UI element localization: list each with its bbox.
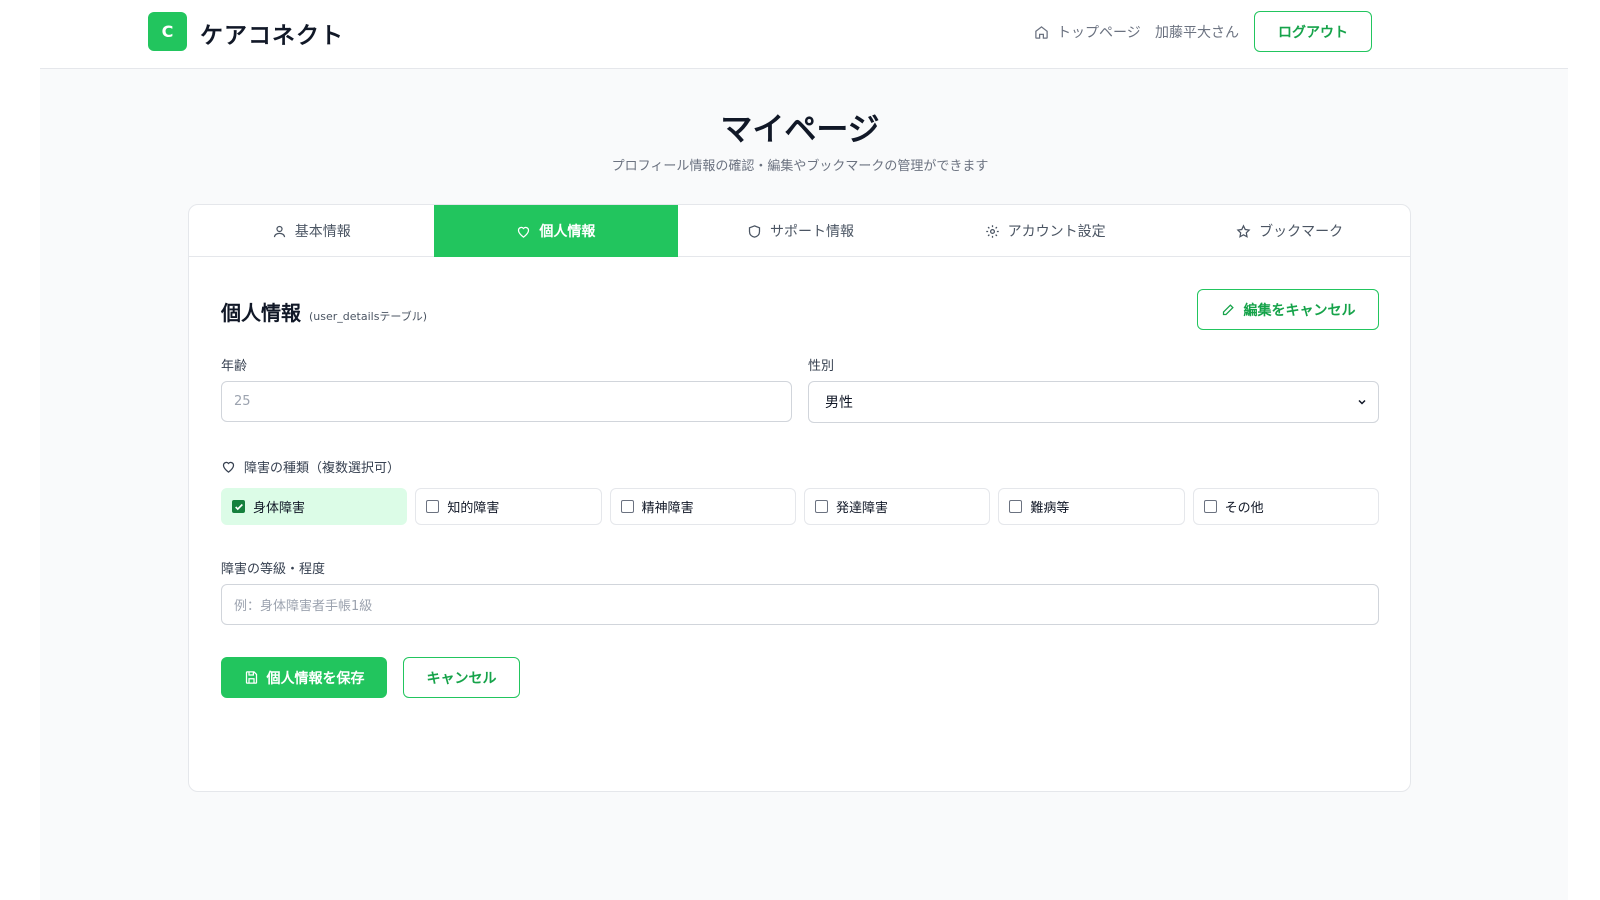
section-title: 個人情報	[221, 301, 301, 325]
checkbox-other[interactable]: その他	[1192, 488, 1379, 525]
gender-label: 性別	[808, 359, 835, 374]
checkbox-label: 難病等	[1030, 501, 1070, 516]
pencil-icon	[1222, 304, 1234, 316]
gender-value: 男性	[825, 395, 853, 411]
checkbox-checked[interactable]	[232, 500, 245, 513]
save-icon	[245, 671, 257, 684]
heart-icon	[222, 461, 235, 473]
disability-options: 身体障害 知的障害 精神障害 発達障害 難病等 その他	[221, 488, 1379, 525]
tab-label: ブックマーク	[1259, 224, 1344, 240]
tab-label: サポート情報	[769, 224, 854, 240]
tab-bookmarks[interactable]: ブックマーク	[1167, 205, 1410, 257]
heart-icon	[518, 226, 530, 238]
save-button[interactable]: 個人情報を保存	[221, 657, 387, 698]
user-icon	[273, 225, 285, 237]
checkbox-label: 知的障害	[447, 501, 500, 516]
checkbox-box[interactable]	[1203, 500, 1217, 513]
gender-select[interactable]: 男性	[808, 381, 1379, 423]
checkbox-box[interactable]	[1009, 500, 1023, 513]
disability-heading: 障害の種類（複数選択可）	[221, 457, 400, 476]
section-subtitle: (user_detailsテーブル)	[309, 310, 428, 323]
checkbox-intractable-disease[interactable]: 難病等	[998, 488, 1185, 525]
shield-icon	[748, 224, 761, 238]
brand-name[interactable]: ケアコネクト	[200, 16, 344, 50]
page-title: マイページ	[720, 110, 880, 148]
logo-icon[interactable]: C	[148, 12, 187, 51]
tab-support-info[interactable]: サポート情報	[678, 205, 923, 257]
profile-card: 基本情報 個人情報 サポート情報 アカウント設定 ブックマーク 個人情報 (us…	[188, 204, 1411, 792]
checkbox-box[interactable]	[426, 500, 440, 513]
tab-basic-info[interactable]: 基本情報	[189, 205, 434, 257]
page-subtitle: プロフィール情報の確認・編集やブックマークの管理ができます	[611, 159, 989, 174]
age-input[interactable]: 25	[221, 381, 792, 422]
checkbox-label: その他	[1224, 501, 1264, 516]
checkbox-box[interactable]	[814, 500, 828, 513]
star-icon	[1236, 223, 1251, 238]
gear-icon	[985, 224, 999, 238]
home-link[interactable]: トップページ	[1034, 22, 1141, 42]
save-label: 個人情報を保存	[266, 670, 365, 687]
section-heading: 個人情報 (user_detailsテーブル)	[221, 297, 427, 326]
checkbox-developmental[interactable]: 発達障害	[803, 488, 991, 525]
age-label: 年齢	[221, 359, 248, 374]
tab-personal-info[interactable]: 個人情報	[433, 205, 679, 257]
checkbox-label: 発達障害	[835, 501, 888, 516]
checkbox-mental[interactable]: 精神障害	[609, 488, 796, 525]
tab-label: 個人情報	[539, 224, 596, 240]
grade-input[interactable]: 例：身体障害者手帳1級	[221, 584, 1379, 625]
chevron-down-icon	[1358, 399, 1366, 405]
tab-bar: 基本情報 個人情報 サポート情報 アカウント設定 ブックマーク	[189, 205, 1410, 257]
edit-cancel-label: 編集をキャンセル	[1243, 302, 1356, 319]
grade-label: 障害の等級・程度	[221, 562, 326, 577]
checkbox-box[interactable]	[620, 500, 634, 513]
edit-cancel-button[interactable]: 編集をキャンセル	[1197, 289, 1379, 330]
cancel-button[interactable]: キャンセル	[403, 657, 520, 698]
home-icon	[1035, 25, 1048, 39]
checkbox-intellectual[interactable]: 知的障害	[415, 488, 602, 525]
home-link-label: トップページ	[1057, 25, 1141, 41]
checkbox-physical[interactable]: 身体障害	[221, 488, 408, 525]
user-name: 加藤平大さん	[1155, 25, 1239, 41]
tab-account-settings[interactable]: アカウント設定	[923, 205, 1168, 257]
disability-label: 障害の種類（複数選択可）	[244, 461, 401, 476]
logout-button[interactable]: ログアウト	[1254, 11, 1372, 52]
checkbox-label: 精神障害	[641, 501, 694, 516]
checkbox-label: 身体障害	[253, 501, 306, 516]
tab-label: 基本情報	[294, 224, 351, 240]
tab-label: アカウント設定	[1007, 224, 1106, 240]
